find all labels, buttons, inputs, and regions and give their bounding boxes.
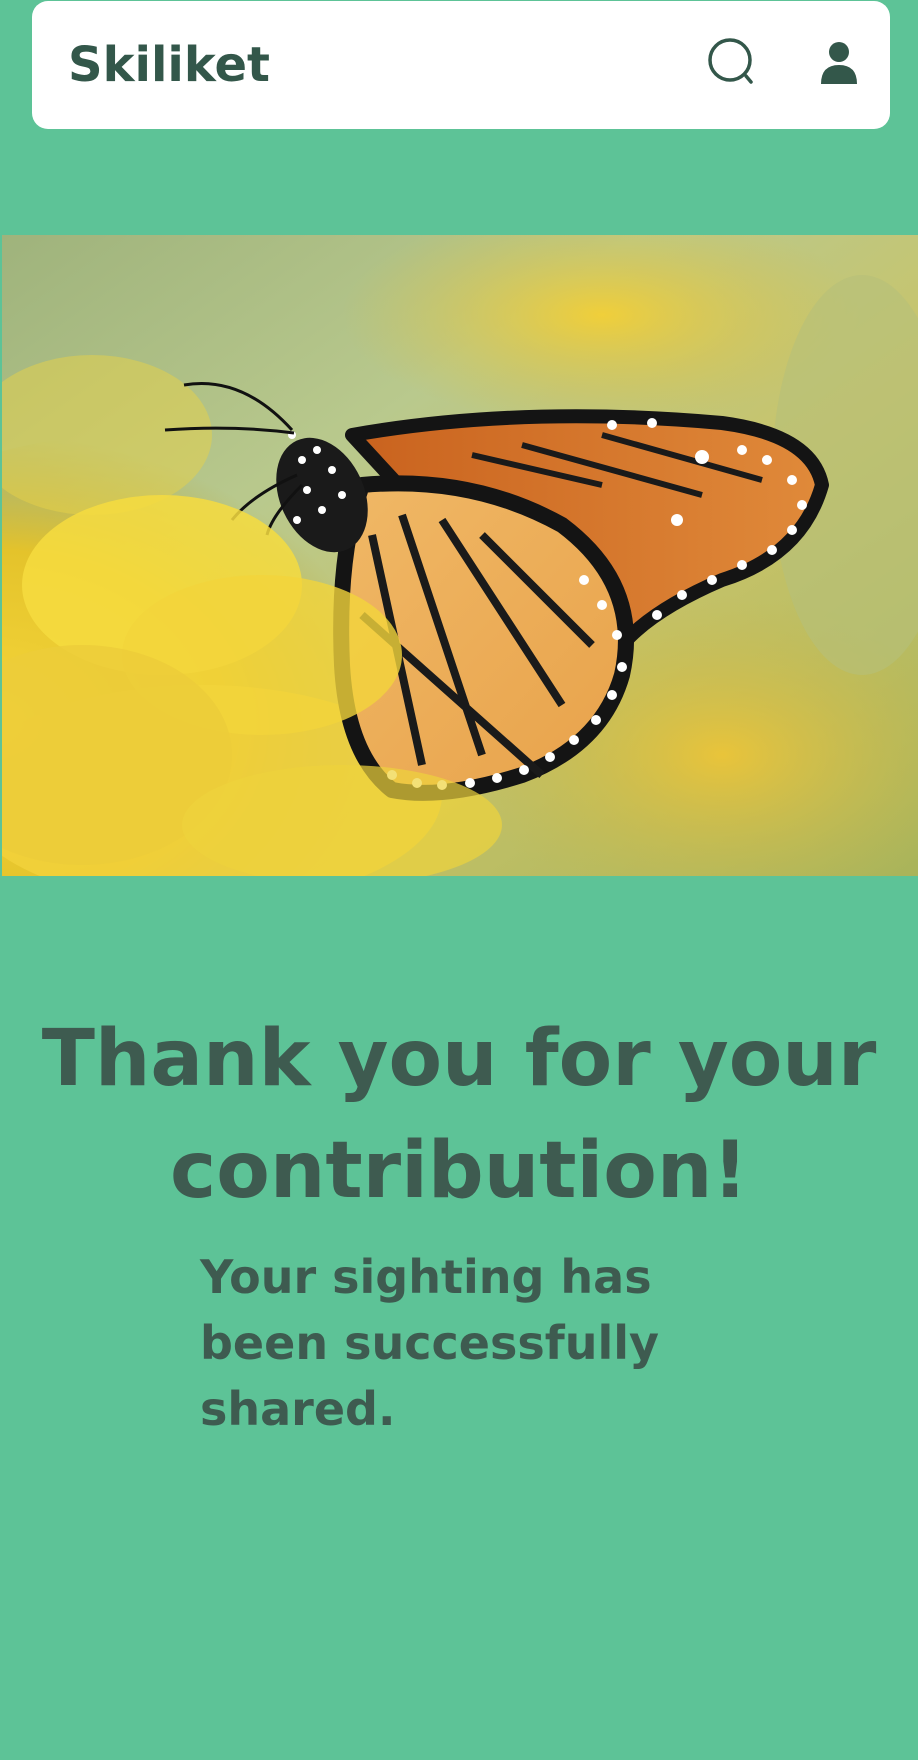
- search-icon: [707, 37, 759, 93]
- monarch-butterfly-image: [2, 235, 918, 876]
- user-icon: [819, 41, 859, 89]
- search-button[interactable]: [707, 37, 759, 93]
- confirmation-title: Thank you for your contribution!: [41, 1014, 877, 1216]
- app-logo-text[interactable]: Skiliket: [68, 37, 270, 93]
- top-app-bar: Skiliket: [32, 1, 890, 129]
- hero-image: [2, 235, 918, 876]
- confirmation-message: Your sighting has been successfully shar…: [200, 1250, 659, 1436]
- profile-button[interactable]: [813, 39, 865, 91]
